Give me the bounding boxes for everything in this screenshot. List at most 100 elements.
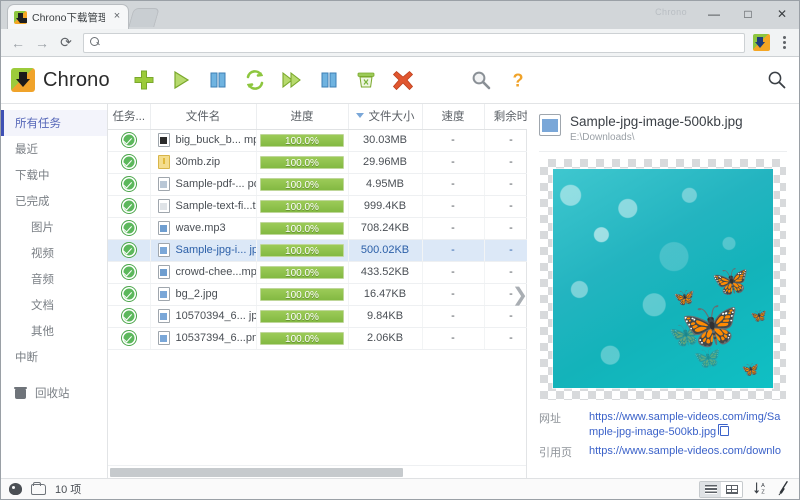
progress-cell: 100.0% bbox=[256, 261, 349, 284]
column-header-0[interactable]: 任务... bbox=[108, 104, 151, 130]
progress-label: 100.0% bbox=[285, 223, 319, 235]
detail-referrer-value[interactable]: https://www.sample-videos.com/downlo bbox=[589, 444, 781, 459]
inspect-search-icon[interactable] bbox=[470, 69, 492, 91]
image-file-icon bbox=[539, 114, 561, 136]
sidebar-item-1[interactable]: 最近 bbox=[1, 136, 107, 162]
copy-icon[interactable] bbox=[718, 424, 730, 436]
completed-check-icon bbox=[121, 265, 136, 279]
table-row[interactable]: Sample-jpg-i... jpg 100.0% 500.02KB - - bbox=[108, 239, 539, 262]
progress-label: 100.0% bbox=[285, 245, 319, 257]
progress-bar: 100.0% bbox=[260, 199, 344, 213]
table-row[interactable]: 10570394_6... jpg 100.0% 9.84KB - - bbox=[108, 305, 539, 328]
horizontal-scrollbar[interactable] bbox=[108, 465, 526, 478]
app-header: Chrono ? bbox=[1, 57, 799, 104]
vid-file-icon bbox=[157, 133, 170, 147]
palette-icon[interactable] bbox=[9, 483, 22, 495]
sort-desc-arrow-icon bbox=[355, 113, 364, 119]
list-view-button[interactable] bbox=[700, 481, 721, 497]
sidebar-item-recycle-bin[interactable]: 回收站 bbox=[1, 380, 107, 406]
table-row[interactable]: crowd-chee...mp3 100.0% 433.52KB - - bbox=[108, 261, 539, 284]
reload-icon[interactable]: ⟳ bbox=[55, 32, 77, 54]
sidebar-item-6[interactable]: 音频 bbox=[1, 266, 107, 292]
collapse-detail-panel-icon[interactable]: ❯ bbox=[512, 276, 528, 314]
detail-filepath: E:\Downloads\ bbox=[570, 132, 635, 143]
sidebar-item-label: 最近 bbox=[15, 144, 38, 156]
progress-label: 100.0% bbox=[285, 267, 319, 279]
browser-tab-chrono[interactable]: Chrono下载管理器 × bbox=[7, 4, 129, 29]
table-row[interactable]: bg_2.jpg 100.0% 16.47KB - - bbox=[108, 283, 539, 306]
download-table-panel: 任务... 文件名 进度 文件大小 速度 剩余时 big_buck_b... mp4 100… bbox=[108, 104, 539, 478]
sidebar-item-8[interactable]: 其他 bbox=[1, 318, 107, 344]
sidebar-item-0[interactable]: 所有任务 bbox=[1, 110, 107, 136]
address-bar[interactable] bbox=[83, 32, 745, 53]
sidebar-item-7[interactable]: 文档 bbox=[1, 292, 107, 318]
table-row[interactable]: wave.mp3 100.0% 708.24KB - - bbox=[108, 217, 539, 240]
close-tab-icon[interactable]: × bbox=[110, 10, 124, 24]
sidebar-item-3[interactable]: 已完成 bbox=[1, 188, 107, 214]
detail-url-value[interactable]: https://www.sample-videos.com/img/Sample… bbox=[589, 410, 787, 440]
progress-label: 100.0% bbox=[285, 333, 319, 345]
filename-cell: wave.mp3 bbox=[150, 217, 257, 240]
table-row[interactable]: Sample-text-fi...txt 100.0% 999.4KB - - bbox=[108, 195, 539, 218]
resume-all-icon[interactable] bbox=[281, 69, 303, 91]
clear-completed-icon[interactable] bbox=[355, 69, 377, 91]
open-folder-icon[interactable] bbox=[31, 481, 46, 495]
column-header-4[interactable]: 速度 bbox=[422, 104, 485, 130]
forward-icon[interactable]: → bbox=[31, 32, 53, 54]
filename-label: crowd-chee...mp3 bbox=[175, 266, 256, 278]
sidebar-item-4[interactable]: 图片 bbox=[1, 214, 107, 240]
speed-cell: - bbox=[422, 173, 485, 196]
download-table: 任务... 文件名 进度 文件大小 速度 剩余时 big_buck_b... mp4 100… bbox=[108, 104, 539, 350]
column-header-2[interactable]: 进度 bbox=[256, 104, 349, 130]
help-icon[interactable]: ? bbox=[507, 69, 529, 91]
add-task-icon[interactable] bbox=[133, 69, 155, 91]
image-preview[interactable]: 🦋 🦋 🦋 🦋 🦋 🦋 🦋 bbox=[540, 159, 786, 400]
sidebar-item-9[interactable]: 中断 bbox=[1, 344, 107, 370]
sort-icon[interactable]: AZ bbox=[753, 481, 767, 498]
sidebar-item-5[interactable]: 视频 bbox=[1, 240, 107, 266]
back-icon[interactable]: ← bbox=[7, 32, 29, 54]
column-header-1[interactable]: 文件名 bbox=[150, 104, 257, 130]
resume-task-icon[interactable] bbox=[170, 69, 192, 91]
item-count: 10 项 bbox=[55, 484, 82, 496]
minimize-button[interactable]: — bbox=[697, 1, 731, 27]
delete-task-icon[interactable] bbox=[392, 69, 414, 91]
progress-cell: 100.0% bbox=[256, 239, 349, 262]
sidebar-item-label: 文档 bbox=[31, 300, 54, 312]
completed-check-icon bbox=[121, 287, 136, 301]
clear-broom-icon[interactable] bbox=[775, 479, 792, 499]
chrono-favicon-icon bbox=[14, 10, 27, 24]
chrono-extension-icon[interactable] bbox=[753, 34, 770, 51]
view-mode-toggle[interactable] bbox=[699, 480, 743, 498]
table-row[interactable]: 10537394_6...png 100.0% 2.06KB - - bbox=[108, 327, 539, 350]
table-row[interactable]: Sample-pdf-... pdf 100.0% 4.95MB - - bbox=[108, 173, 539, 196]
pause-all-icon[interactable] bbox=[318, 69, 340, 91]
sidebar-item-label: 中断 bbox=[15, 352, 38, 364]
column-header-label: 文件名 bbox=[185, 111, 221, 124]
filesize-cell: 2.06KB bbox=[348, 327, 423, 350]
filesize-cell: 30.03MB bbox=[348, 129, 423, 152]
grid-view-button[interactable] bbox=[721, 481, 742, 497]
app-body: 所有任务最近下载中已完成图片 视频 音频文档其他中断 回收站 任务... 文件名 进度 文… bbox=[1, 104, 799, 478]
progress-bar: 100.0% bbox=[260, 133, 344, 147]
sidebar-item-2[interactable]: 下载中 bbox=[1, 162, 107, 188]
sidebar-item-label: 已完成 bbox=[15, 196, 50, 208]
new-tab-button[interactable] bbox=[128, 8, 160, 27]
window-watermark: Chrono bbox=[655, 7, 687, 17]
filename-label: Sample-pdf-... pdf bbox=[175, 178, 256, 190]
filename-label: 30mb.zip bbox=[175, 156, 221, 168]
chrome-menu-icon[interactable] bbox=[775, 33, 793, 53]
status-cell bbox=[108, 305, 151, 328]
completed-check-icon bbox=[121, 309, 136, 323]
table-row[interactable]: big_buck_b... mp4100.0%30.03MB-- bbox=[108, 129, 539, 152]
column-header-label: 文件大小 bbox=[368, 111, 415, 124]
close-window-button[interactable]: ✕ bbox=[765, 1, 799, 27]
table-row[interactable]: 30mb.zip 100.0% 29.96MB - - bbox=[108, 151, 539, 174]
app-search-icon[interactable] bbox=[765, 68, 789, 92]
maximize-button[interactable]: □ bbox=[731, 1, 765, 27]
refresh-task-icon[interactable] bbox=[244, 69, 266, 91]
butterfly-icon: 🦋 bbox=[750, 308, 767, 323]
filename-label: 10537394_6...png bbox=[175, 332, 256, 344]
column-header-3[interactable]: 文件大小 bbox=[348, 104, 423, 130]
pause-task-icon[interactable] bbox=[207, 69, 229, 91]
